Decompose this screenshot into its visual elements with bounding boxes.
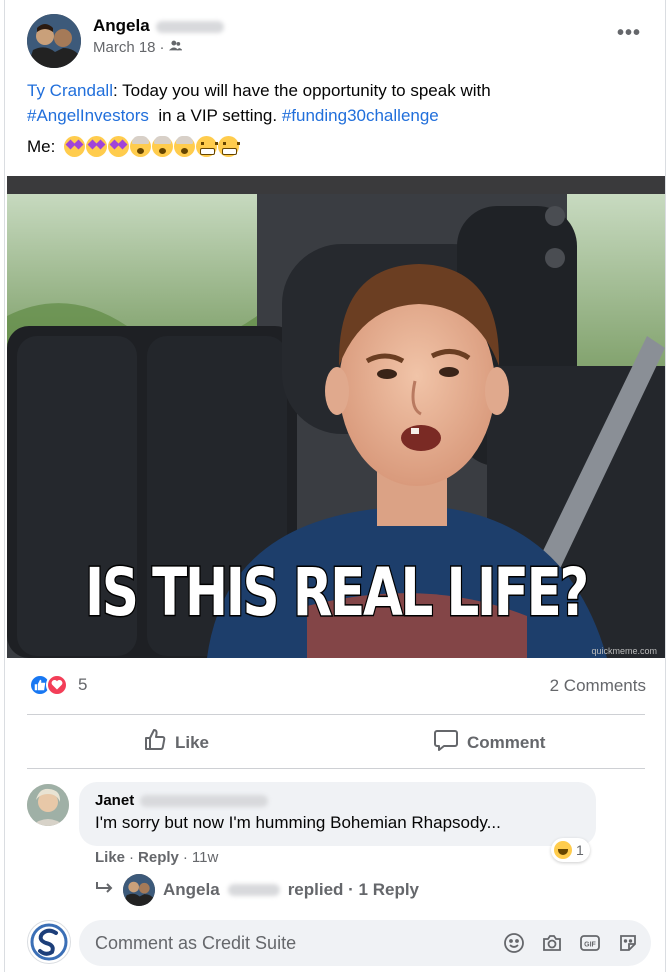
like-label: Like xyxy=(175,732,210,752)
replier-name: Angela xyxy=(163,880,220,899)
commenter-name[interactable]: Janet xyxy=(95,792,269,809)
redacted-surname xyxy=(155,20,224,33)
separator: · xyxy=(182,849,188,866)
comment-text: I'm sorry but now I'm humming Bohemian R… xyxy=(95,813,501,832)
divider xyxy=(27,714,645,715)
comment-actions: Like · Reply · 11w xyxy=(95,849,218,866)
comments-count-link[interactable]: 2 Comments xyxy=(550,676,646,696)
comment-reaction-count: 1 xyxy=(576,842,584,858)
post-date[interactable]: March 18 xyxy=(93,39,156,56)
camera-icon[interactable] xyxy=(541,932,563,954)
hashtag-funding30challenge[interactable]: #funding30challenge xyxy=(282,106,439,125)
separator: · xyxy=(129,849,135,866)
page-avatar-credit-suite[interactable] xyxy=(27,920,71,964)
audience-friends-icon[interactable] xyxy=(168,39,182,56)
haha-reaction-icon xyxy=(554,841,572,859)
star-struck-emoji-icon xyxy=(86,136,108,157)
divider xyxy=(27,768,645,769)
reaction-count: 5 xyxy=(78,675,88,694)
post-card: Angela March 18 · ••• Ty Crandall: Today… xyxy=(4,0,666,972)
reaction-summary[interactable]: 5 xyxy=(29,674,87,696)
post-image[interactable]: IS THIS REAL LIFE? quickmeme.com xyxy=(7,176,665,658)
comment-button[interactable]: Comment xyxy=(433,728,545,757)
view-replies-link[interactable]: Angela replied · 1 Reply xyxy=(95,874,419,906)
exploding-head-emoji-icon xyxy=(174,136,196,157)
comment-bubble-icon xyxy=(433,728,459,757)
post-text: Ty Crandall: Today you will have the opp… xyxy=(27,78,647,128)
comment-time[interactable]: 11w xyxy=(192,849,218,866)
gif-icon[interactable]: GIF xyxy=(579,932,601,954)
redacted-surname xyxy=(227,884,280,896)
emoji-icon[interactable] xyxy=(503,932,525,954)
reply-arrow-icon xyxy=(95,880,115,901)
comment-reply-link[interactable]: Reply xyxy=(138,849,179,866)
grimacing-emoji-icon xyxy=(196,136,219,157)
post-text-b: in a VIP setting. xyxy=(148,106,282,125)
comment-like-link[interactable]: Like xyxy=(95,849,125,866)
meme-caption: IS THIS REAL LIFE? xyxy=(84,553,591,633)
image-watermark: quickmeme.com xyxy=(591,646,657,656)
replier-avatar xyxy=(123,874,155,906)
redacted-surname xyxy=(140,795,269,808)
author-name[interactable]: Angela xyxy=(93,16,224,36)
sticker-icon[interactable] xyxy=(617,932,639,954)
exploding-head-emoji-icon xyxy=(152,136,174,157)
comment-reaction-summary[interactable]: 1 xyxy=(551,838,590,862)
me-label: Me: xyxy=(27,136,56,156)
comment-bubble: Janet I'm sorry but now I'm humming Bohe… xyxy=(79,782,596,846)
comment-composer: GIF xyxy=(79,920,651,966)
me-line: Me: xyxy=(27,136,241,157)
meta-separator: · xyxy=(159,39,165,56)
star-struck-emoji-icon xyxy=(108,136,130,157)
like-button[interactable]: Like xyxy=(143,728,209,757)
exploding-head-emoji-icon xyxy=(130,136,152,157)
svg-text:GIF: GIF xyxy=(584,942,596,949)
comment-label: Comment xyxy=(467,732,546,752)
commenter-avatar[interactable] xyxy=(27,784,69,826)
love-reaction-icon xyxy=(46,674,68,696)
more-options-icon[interactable]: ••• xyxy=(617,22,641,45)
star-struck-emoji-icon xyxy=(64,136,86,157)
mention-link[interactable]: Ty Crandall xyxy=(27,81,113,100)
hashtag-angelinvestors[interactable]: #AngelInvestors xyxy=(27,106,149,125)
comment-input[interactable] xyxy=(95,920,495,966)
thumbs-up-icon xyxy=(143,728,167,757)
post-meta: March 18 · xyxy=(93,39,182,56)
author-avatar[interactable] xyxy=(27,14,81,68)
post-text-a: : Today you will have the opportunity to… xyxy=(112,81,491,100)
replies-text: replied · 1 Reply xyxy=(287,880,420,899)
grimacing-emoji-icon xyxy=(218,136,241,157)
